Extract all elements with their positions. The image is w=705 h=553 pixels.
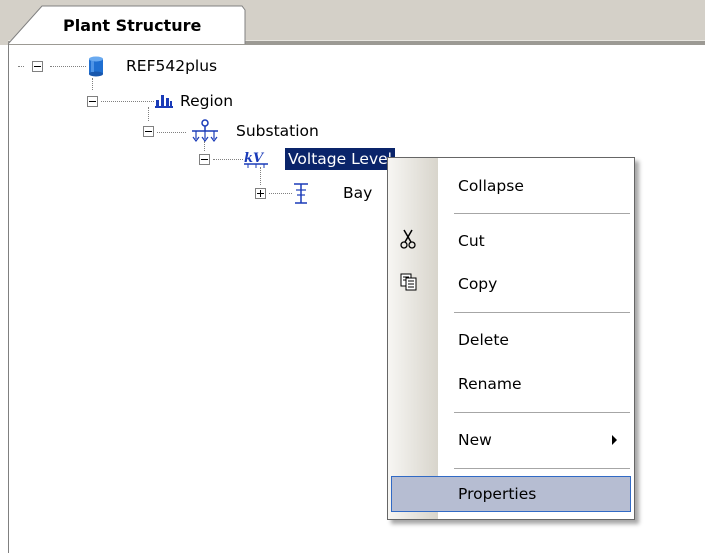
scissors-icon (400, 229, 416, 253)
menu-item-label: Collapse (458, 177, 524, 195)
tab-label: Plant Structure (63, 16, 202, 35)
collapse-toggle[interactable] (32, 61, 43, 72)
menu-item-label: Cut (458, 232, 485, 250)
collapse-toggle[interactable] (87, 96, 98, 107)
tree-node-ref542plus[interactable]: REF542plus (0, 54, 300, 78)
menu-item-delete[interactable]: Delete (388, 322, 634, 358)
collapse-toggle[interactable] (143, 126, 154, 137)
menu-item-properties[interactable]: Properties (391, 476, 631, 512)
tab-strip: Plant Structure (0, 0, 705, 45)
tree-node-region[interactable]: Region (0, 89, 300, 113)
substation-icon (188, 119, 222, 147)
menu-separator (454, 468, 630, 469)
menu-item-cut[interactable]: Cut (388, 223, 634, 259)
tree-node-label: Voltage Level (285, 148, 395, 170)
copy-icon (400, 273, 418, 295)
database-icon (88, 55, 104, 81)
menu-separator (454, 312, 630, 313)
tree-node-label: REF542plus (126, 57, 218, 75)
menu-item-new[interactable]: New (388, 422, 634, 458)
region-icon (154, 91, 174, 113)
menu-item-label: Copy (458, 275, 498, 293)
menu-item-label: New (458, 431, 492, 449)
menu-item-label: Rename (458, 375, 522, 393)
collapse-toggle[interactable] (199, 154, 210, 165)
menu-item-collapse[interactable]: Collapse (388, 168, 634, 204)
menu-separator (454, 412, 630, 413)
tree-node-label: Region (180, 92, 234, 110)
submenu-arrow-icon (612, 435, 617, 445)
menu-item-rename[interactable]: Rename (388, 366, 634, 402)
context-menu: Collapse Cut Copy Delete Rename New Prop… (387, 157, 635, 520)
tree-node-label: Substation (236, 122, 319, 140)
tree-node-label: Bay (343, 184, 373, 202)
tree-node-bay[interactable]: Bay (0, 181, 380, 205)
expand-toggle[interactable] (255, 188, 266, 199)
tab-plant-structure[interactable]: Plant Structure (8, 4, 246, 45)
bay-icon (292, 181, 310, 209)
menu-item-copy[interactable]: Copy (388, 266, 634, 302)
tree-node-voltage-level[interactable]: kV Voltage Level (0, 147, 430, 171)
tree-node-substation[interactable]: Substation (0, 119, 340, 143)
menu-separator (454, 213, 630, 214)
voltage-level-icon: kV (243, 149, 269, 173)
menu-item-label: Properties (458, 485, 537, 503)
menu-item-label: Delete (458, 331, 509, 349)
